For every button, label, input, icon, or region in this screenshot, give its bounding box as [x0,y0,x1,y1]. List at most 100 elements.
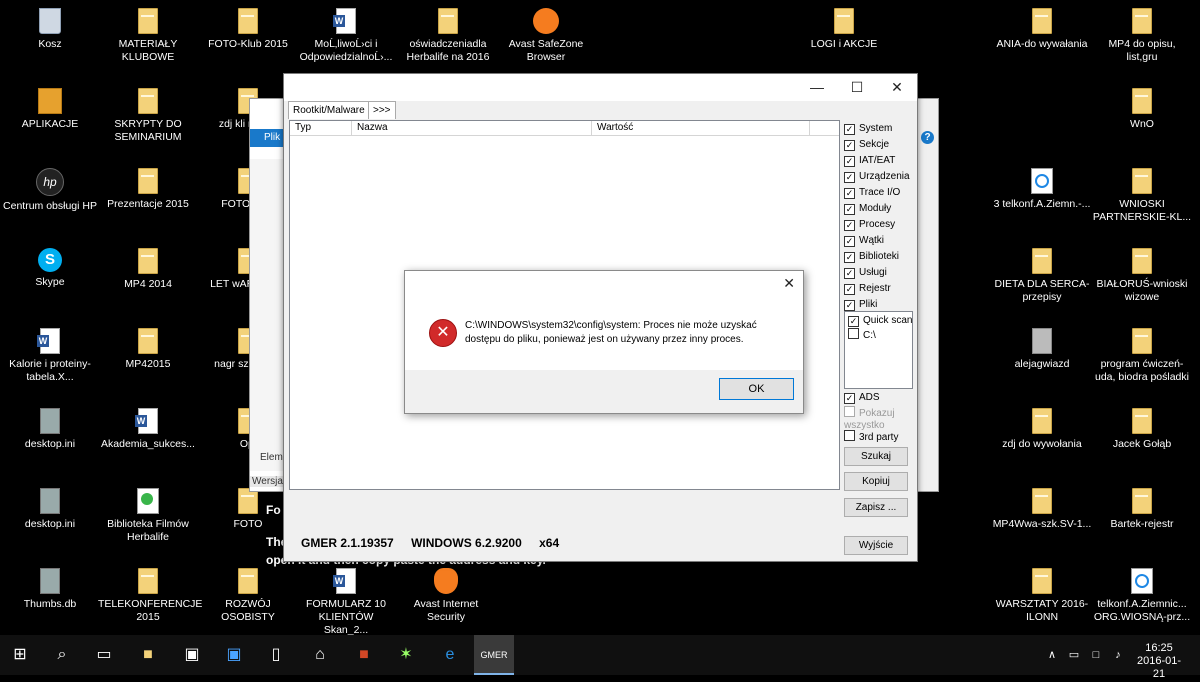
close-icon[interactable]: ✕ [877,74,917,101]
column-type[interactable]: Typ [290,121,352,135]
gmer-titlebar[interactable]: — ☐ ✕ [284,74,917,101]
option-pliki[interactable]: ✓ Pliki [844,298,877,311]
desktop-icon[interactable]: APLIKACJE [0,88,100,131]
powerpoint-icon[interactable]: ■ [344,635,384,675]
desktop-icon[interactable]: MATERIAŁY KLUBOWE [98,8,198,64]
desktop-icon[interactable]: FORMULARZ 10 KLIENTÓW Skan_2... [296,568,396,637]
minimize-icon[interactable]: — [797,74,837,101]
navigation-pane[interactable] [250,159,286,471]
desktop-icon[interactable]: FOTO-Klub 2015 [198,8,298,51]
option-w-tki[interactable]: ✓ Wątki [844,234,884,247]
close-icon[interactable]: ✕ [783,275,795,292]
option-us-ugi[interactable]: ✓ Usługi [844,266,887,279]
desktop-icon[interactable]: zdj do wywołania [992,408,1092,451]
desktop-icon[interactable]: WARSZTATY 2016-ILONN [992,568,1092,624]
desktop-icon[interactable]: alejagwiazd [992,328,1092,371]
desktop-icon[interactable]: S Skype [0,248,100,289]
scan-button[interactable]: Szukaj [844,447,908,466]
tab-more[interactable]: >>> [368,101,396,119]
help-icon[interactable]: ? [921,131,934,144]
maximize-icon[interactable]: ☐ [837,74,877,101]
desktop-icon[interactable]: Biblioteka Filmów Herbalife [98,488,198,544]
desktop-icon[interactable]: MP4 do opisu, list,gru [1092,8,1192,64]
file-explorer-icon[interactable]: ■ [128,635,168,675]
desktop-icon[interactable]: hp Centrum obsługi HP [0,168,100,213]
drive-quick-scan[interactable]: ✓ Quick scan [848,314,912,327]
chevron-up-icon[interactable]: ∧ [1042,635,1062,675]
option-procesy[interactable]: ✓ Procesy [844,218,895,231]
folder-icon [834,8,854,34]
option-ads[interactable]: ✓ ADS [844,391,880,404]
desktop-icon[interactable]: MoĹ‚liwoĹ›ci i OdpowiedzialnoĹ›... [296,8,396,64]
network-app-icon[interactable]: ▣ [214,635,254,675]
save-button[interactable]: Zapisz ... [844,498,908,517]
option-show-all[interactable]: Pokazuj wszystko [844,406,906,432]
desktop-icon[interactable]: Thumbs.db [0,568,100,611]
folder-icon [1132,488,1152,514]
desktop-icon[interactable]: Jacek Gołąb [1092,408,1192,451]
explorer-right-panel [918,99,938,491]
drive-list[interactable]: ✓ Quick scan C:\ [844,311,913,389]
tab-rootkit-malware[interactable]: Rootkit/Malware [288,101,370,119]
desktop-icon[interactable]: program ćwiczeń-uda, biodra pośladki [1092,328,1192,384]
drive-c[interactable]: C:\ [848,328,876,342]
desktop-icon[interactable]: DIETA DLA SERCA-przepisy [992,248,1092,304]
column-name[interactable]: Nazwa [352,121,592,135]
search-icon[interactable]: ⌕ [42,635,82,675]
desktop-icon[interactable]: BIAŁORUŚ-wnioski wizowe [1092,248,1192,304]
desktop-icon[interactable]: MP4Wwa-szk.SV-1... [992,488,1092,531]
desktop-icon[interactable]: oświadczeniadla Herbalife na 2016 [398,8,498,64]
desktop-icon[interactable]: MP4 2014 [98,248,198,291]
desktop-icon-label: WnO [1130,118,1154,130]
desktop-icon[interactable]: Prezentacje 2015 [98,168,198,211]
error-dialog[interactable]: ✕ ✕ C:\WINDOWS\system32\config\system: P… [404,270,804,414]
column-value[interactable]: Wartość [592,121,810,135]
desktop-icon[interactable]: Bartek-rejestr [1092,488,1192,531]
option-system[interactable]: ✓ System [844,122,892,135]
option-biblioteki[interactable]: ✓ Biblioteki [844,250,899,263]
desktop-icon[interactable]: Kosz [0,8,100,51]
network-icon[interactable]: □ [1086,635,1106,675]
start-icon[interactable]: ⊞ [0,635,40,675]
desktop-icon[interactable]: WnO [1092,88,1192,131]
option-rejestr[interactable]: ✓ Rejestr [844,282,891,295]
volume-icon[interactable]: ♪ [1108,635,1128,675]
gmer-taskbar-button[interactable]: GMER [474,635,514,675]
exit-button[interactable]: Wyjście [844,536,908,555]
folder-icon [138,88,158,114]
desktop-icon[interactable]: ROZWÓJ OSOBISTY [198,568,298,624]
desktop-icon[interactable]: Kalorie i proteiny-tabela.X... [0,328,100,384]
desktop-icon[interactable]: telkonf.A.Ziemnic... ORG.WIOSNĄ-prz... [1092,568,1192,624]
task-view-icon[interactable]: ▭ [84,635,124,675]
document-icon[interactable]: ▯ [256,635,296,675]
desktop-icon[interactable]: Avast SafeZone Browser [496,8,596,64]
copy-button[interactable]: Kopiuj [844,472,908,491]
home-icon[interactable]: ⌂ [300,635,340,675]
desktop-icon[interactable]: WNIOSKI PARTNERSKIE-KL... [1092,168,1192,224]
option-iat-eat[interactable]: ✓ IAT/EAT [844,154,895,167]
desktop-icon[interactable]: ANIA-do wywałania [992,8,1092,51]
desktop-icon-label: oświadczeniadla Herbalife na 2016 [406,38,490,63]
desktop-icon[interactable]: TELEKONFERENCJE 2015 [98,568,202,624]
internet-explorer-icon[interactable]: e [430,635,470,675]
option-trace-i-o[interactable]: ✓ Trace I/O [844,186,900,199]
battery-icon[interactable]: ▭ [1064,635,1084,675]
desktop-icon[interactable]: LOGI i AKCJE [794,8,894,51]
option-3rd-party[interactable]: 3rd party [844,430,898,444]
status-os: WINDOWS 6.2.9200 [411,536,522,550]
option-sekcje[interactable]: ✓ Sekcje [844,138,889,151]
tool-icon[interactable]: ✶ [386,635,426,675]
desktop-icon[interactable]: SKRYPTY DO SEMINARIUM [98,88,198,144]
results-header: Typ Nazwa Wartość [290,121,839,136]
desktop-icon[interactable]: Akademia_sukces... [98,408,198,451]
store-icon[interactable]: ▣ [172,635,212,675]
desktop-icon[interactable]: desktop.ini [0,488,100,531]
desktop-icon[interactable]: MP42015 [98,328,198,371]
desktop-icon[interactable]: 3 telkonf.A.Ziemn.-... [992,168,1092,211]
option-modu-y[interactable]: ✓ Moduły [844,202,891,215]
desktop-icon[interactable]: desktop.ini [0,408,100,451]
option-urz-dzenia[interactable]: ✓ Urządzenia [844,170,910,183]
ok-button[interactable]: OK [719,378,794,400]
desktop-icon[interactable]: Avast Internet Security [396,568,496,624]
folder-icon [238,568,258,594]
